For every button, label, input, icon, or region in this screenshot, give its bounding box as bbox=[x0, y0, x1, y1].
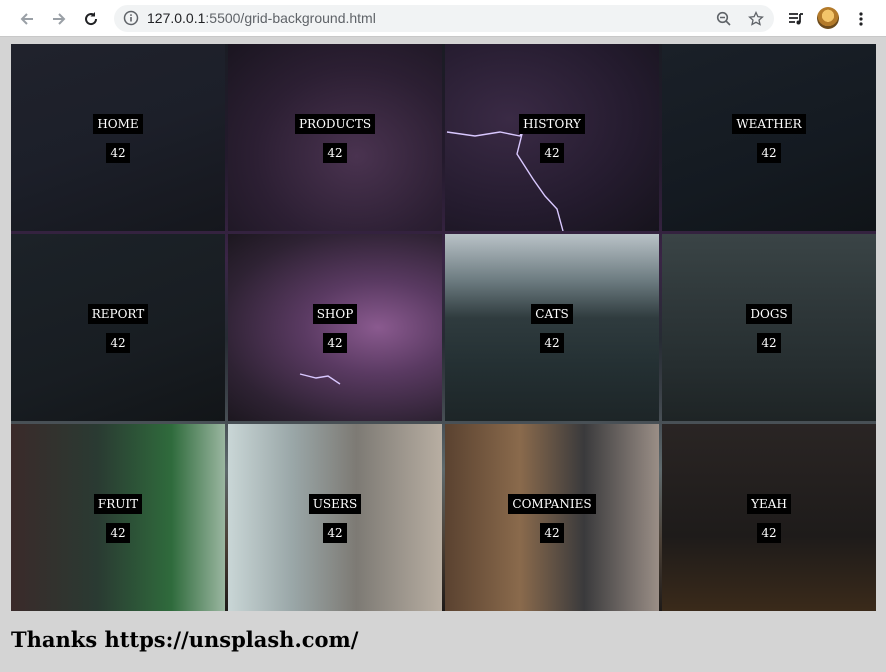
grid-cell-companies[interactable]: COMPANIES 42 bbox=[445, 424, 659, 611]
grid-cell-shop[interactable]: SHOP 42 bbox=[228, 234, 442, 421]
grid-cell-users[interactable]: USERS 42 bbox=[228, 424, 442, 611]
cell-title: COMPANIES bbox=[508, 494, 596, 514]
browser-toolbar: 127.0.0.1:5500/grid-background.html bbox=[0, 0, 886, 37]
grid-cell-report[interactable]: REPORT 42 bbox=[11, 234, 225, 421]
cell-title: YEAH bbox=[747, 494, 791, 514]
zoom-out-icon bbox=[716, 11, 731, 26]
cell-title: PRODUCTS bbox=[294, 114, 376, 134]
cell-count: 42 bbox=[757, 333, 781, 353]
cell-label-group: FRUIT 42 bbox=[11, 494, 225, 543]
reload-button[interactable] bbox=[78, 6, 104, 32]
cell-label-group: CATS 42 bbox=[445, 304, 659, 353]
cell-label-group: PRODUCTS 42 bbox=[228, 114, 442, 163]
grid-cell-fruit[interactable]: FRUIT 42 bbox=[11, 424, 225, 611]
image-grid: HOME 42 PRODUCTS 42 HISTORY 42 WEATHER 42 REPORT… bbox=[11, 44, 876, 611]
grid-cell-history[interactable]: HISTORY 42 bbox=[445, 44, 659, 231]
back-button[interactable] bbox=[14, 6, 40, 32]
grid-cell-cats[interactable]: CATS 42 bbox=[445, 234, 659, 421]
profile-avatar[interactable] bbox=[817, 7, 839, 29]
cell-title: HISTORY bbox=[519, 114, 585, 134]
cell-count: 42 bbox=[757, 523, 781, 543]
star-icon bbox=[748, 11, 764, 26]
bookmark-button[interactable] bbox=[745, 8, 767, 30]
site-info-icon[interactable] bbox=[123, 10, 139, 26]
cell-count: 42 bbox=[106, 143, 130, 163]
cell-label-group: COMPANIES 42 bbox=[445, 494, 659, 543]
grid-cell-home[interactable]: HOME 42 bbox=[11, 44, 225, 231]
cell-label-group: SHOP 42 bbox=[228, 304, 442, 353]
grid-cell-weather[interactable]: WEATHER 42 bbox=[662, 44, 876, 231]
cell-title: FRUIT bbox=[93, 494, 143, 514]
cell-title: SHOP bbox=[312, 304, 358, 324]
cell-count: 42 bbox=[106, 333, 130, 353]
address-bar[interactable]: 127.0.0.1:5500/grid-background.html bbox=[114, 5, 774, 32]
grid-cell-yeah[interactable]: YEAH 42 bbox=[662, 424, 876, 611]
kebab-menu-icon bbox=[859, 12, 863, 26]
cell-label-group: REPORT 42 bbox=[11, 304, 225, 353]
queue-music-icon bbox=[789, 13, 803, 25]
cell-count: 42 bbox=[323, 143, 347, 163]
reload-icon bbox=[85, 12, 98, 26]
cell-count: 42 bbox=[323, 333, 347, 353]
cell-count: 42 bbox=[540, 333, 564, 353]
menu-button[interactable] bbox=[848, 6, 874, 32]
cell-title: HOME bbox=[93, 114, 143, 134]
url-path: :5500/grid-background.html bbox=[205, 10, 376, 26]
cell-count: 42 bbox=[323, 523, 347, 543]
cell-label-group: WEATHER 42 bbox=[662, 114, 876, 163]
cell-label-group: HISTORY 42 bbox=[445, 114, 659, 163]
cell-label-group: DOGS 42 bbox=[662, 304, 876, 353]
back-arrow-icon bbox=[20, 13, 33, 25]
cell-count: 42 bbox=[106, 523, 130, 543]
cell-title: USERS bbox=[308, 494, 362, 514]
cell-count: 42 bbox=[757, 143, 781, 163]
cell-label-group: HOME 42 bbox=[11, 114, 225, 163]
forward-arrow-icon bbox=[53, 13, 66, 25]
cell-count: 42 bbox=[540, 523, 564, 543]
page-content: HOME 42 PRODUCTS 42 HISTORY 42 WEATHER 42 REPORT… bbox=[0, 38, 886, 672]
url-text: 127.0.0.1:5500/grid-background.html bbox=[147, 10, 376, 26]
media-control-button[interactable] bbox=[783, 6, 809, 32]
cell-title: CATS bbox=[531, 304, 573, 324]
cell-label-group: YEAH 42 bbox=[662, 494, 876, 543]
cell-count: 42 bbox=[540, 143, 564, 163]
cell-title: WEATHER bbox=[732, 114, 806, 134]
cell-label-group: USERS 42 bbox=[228, 494, 442, 543]
cell-title: REPORT bbox=[87, 304, 149, 324]
zoom-button[interactable] bbox=[713, 8, 735, 30]
grid-cell-dogs[interactable]: DOGS 42 bbox=[662, 234, 876, 421]
grid-cell-products[interactable]: PRODUCTS 42 bbox=[228, 44, 442, 231]
forward-button[interactable] bbox=[46, 6, 72, 32]
cell-title: DOGS bbox=[746, 304, 792, 324]
url-host: 127.0.0.1 bbox=[147, 10, 206, 26]
credit-heading: Thanks https://unsplash.com/ bbox=[11, 627, 359, 652]
